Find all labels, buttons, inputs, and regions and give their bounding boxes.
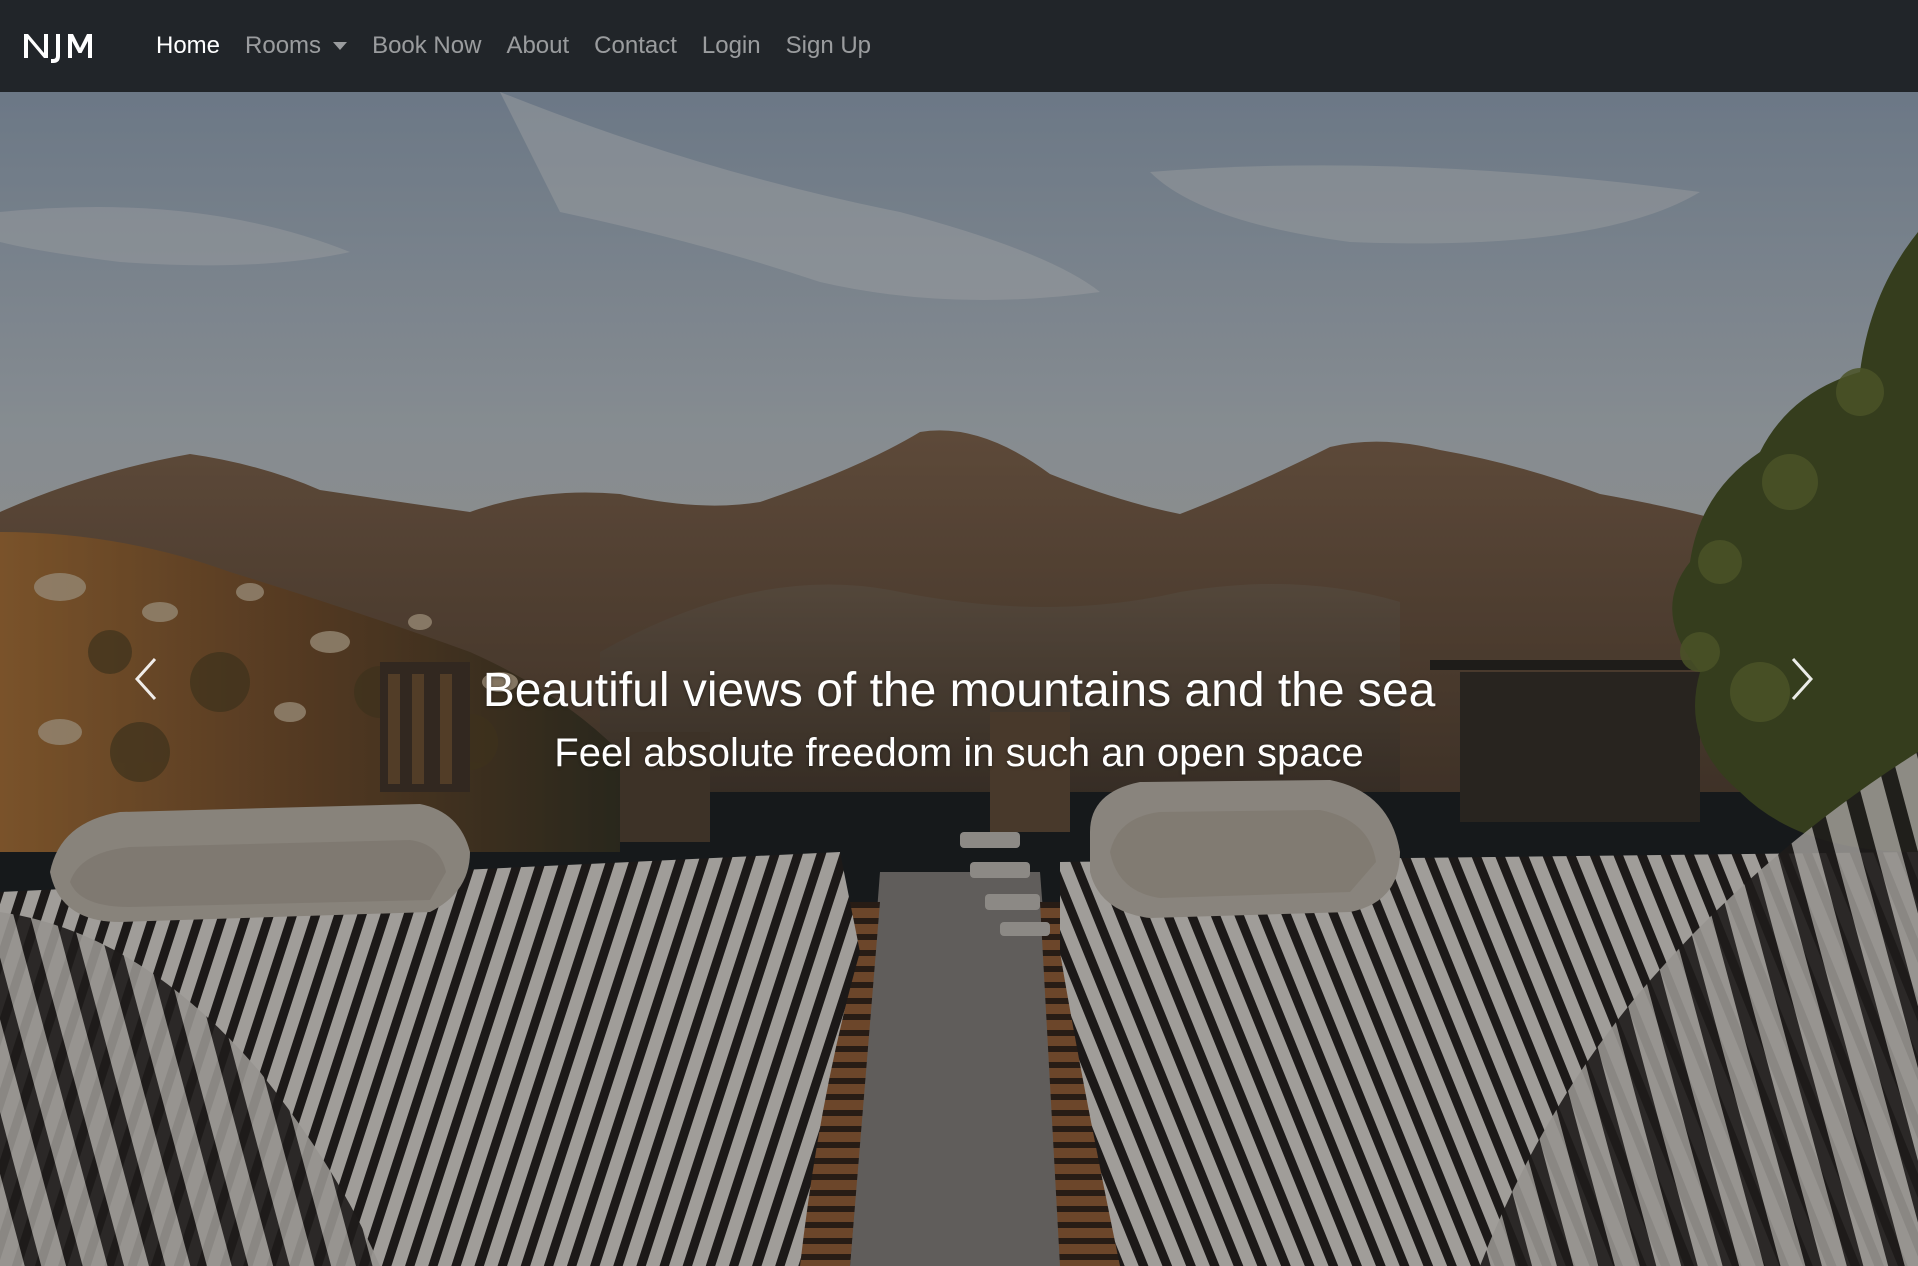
nav-sign-up[interactable]: Sign Up [774,24,883,68]
nav-contact-label: Contact [594,32,677,59]
carousel-prev-button[interactable] [76,92,216,1266]
nav-login[interactable]: Login [690,24,773,68]
nav-book-now-label: Book Now [372,32,482,59]
hero-carousel: Beautiful views of the mountains and the… [0,92,1918,1266]
chevron-right-icon [1791,657,1814,701]
carousel-subtitle: Feel absolute freedom in such an open sp… [554,731,1364,775]
nav-sign-up-label: Sign Up [785,32,872,59]
carousel-caption: Beautiful views of the mountains and the… [0,662,1918,778]
nav-login-label: Login [701,32,761,59]
njm-logo-icon [24,34,92,63]
nav-contact[interactable]: Contact [582,24,689,68]
caret-down-icon [333,42,348,50]
nav-home-label: Home [156,32,221,59]
carousel-title: Beautiful views of the mountains and the… [482,664,1436,717]
nav-book-now[interactable]: Book Now [360,24,493,68]
nav-rooms-label: Rooms [245,32,322,59]
nav-about-label: About [506,32,570,59]
brand-logo[interactable] [22,24,110,68]
nav-about[interactable]: About [494,24,581,68]
chevron-left-icon [134,657,157,701]
carousel-next-button[interactable] [1732,92,1872,1266]
navbar: Home Rooms Book Now About Contact Login … [0,0,1918,92]
nav-home[interactable]: Home [144,24,232,68]
nav-menu: Home Rooms Book Now About Contact Login … [144,24,884,68]
nav-rooms-dropdown[interactable]: Rooms [233,24,359,68]
